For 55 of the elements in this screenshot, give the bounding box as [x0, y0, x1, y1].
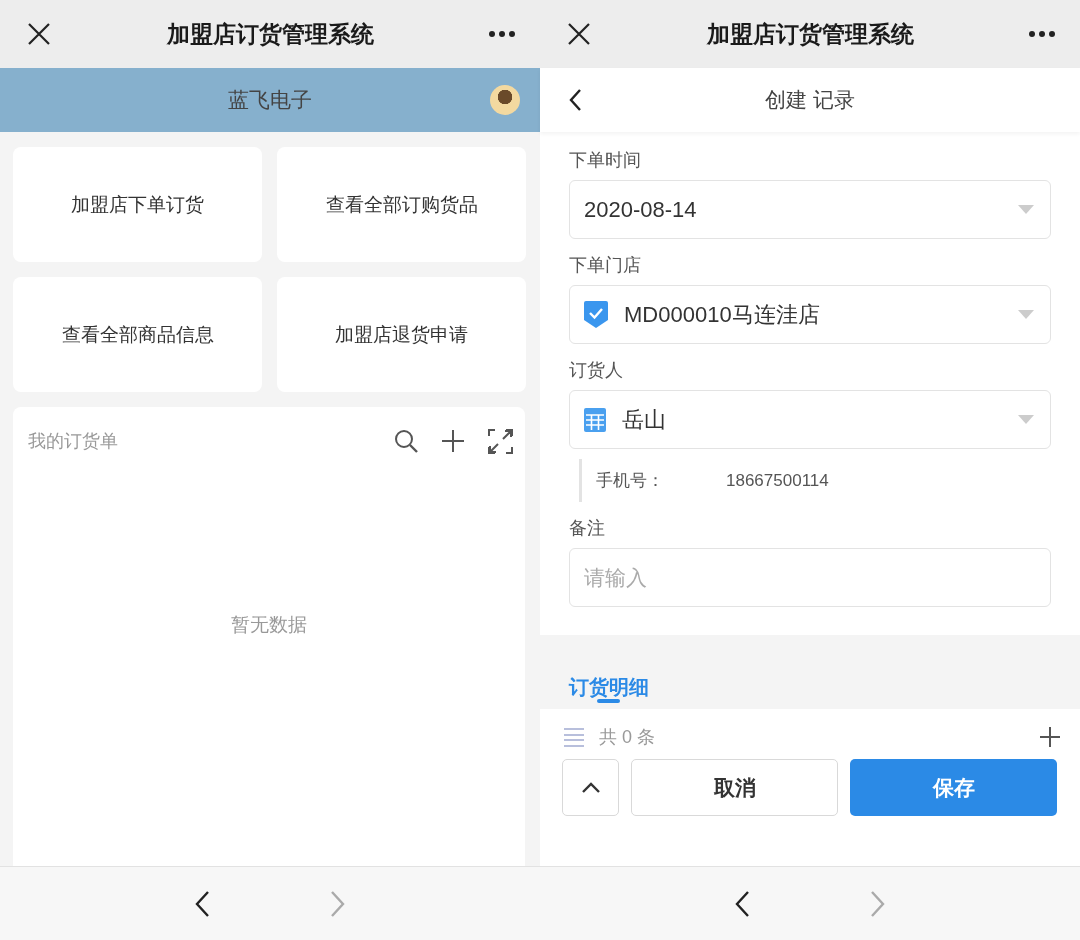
dropdown-caret-icon: [1018, 415, 1034, 424]
cancel-button[interactable]: 取消: [631, 759, 838, 816]
back-button[interactable]: [734, 889, 750, 918]
list-icon: [563, 727, 585, 747]
window-title: 加盟店订货管理系统: [706, 19, 914, 49]
search-button[interactable]: [394, 429, 418, 453]
close-icon: [566, 21, 592, 47]
chevron-left-icon: [734, 889, 750, 918]
menu-tile[interactable]: 查看全部订购货品: [277, 147, 526, 262]
more-icon: [1028, 30, 1056, 38]
dropdown-caret-icon: [1018, 310, 1034, 319]
avatar[interactable]: [490, 85, 520, 115]
phone-value: 18667500114: [726, 470, 829, 491]
search-icon: [394, 429, 418, 453]
empty-text: 暂无数据: [231, 612, 307, 637]
back-button[interactable]: [194, 889, 210, 918]
record-count: 共 0 条: [599, 726, 656, 749]
header-title: 蓝飞电子: [228, 87, 312, 113]
save-button[interactable]: 保存: [850, 759, 1057, 816]
field-label: 下单门店: [569, 254, 642, 277]
menu-tile[interactable]: 加盟店退货申请: [277, 277, 526, 392]
add-button[interactable]: [442, 430, 464, 452]
window-title: 加盟店订货管理系统: [166, 19, 374, 49]
plus-icon: [1040, 727, 1060, 747]
field-label: 备注: [569, 517, 606, 540]
back-button[interactable]: [568, 88, 582, 112]
select-field[interactable]: MD000010马连洼店: [569, 285, 1051, 344]
dropdown-caret-icon: [1018, 205, 1034, 214]
close-button[interactable]: [566, 21, 592, 47]
more-icon: [488, 30, 516, 38]
close-icon: [26, 21, 52, 47]
header-title: 创建 记录: [765, 87, 855, 113]
remark-input-field[interactable]: 请输入: [569, 548, 1051, 607]
menu-tile[interactable]: 查看全部商品信息: [13, 277, 262, 392]
close-button[interactable]: [26, 21, 52, 47]
select-field[interactable]: 岳山: [569, 390, 1051, 449]
chevron-up-icon: [580, 781, 601, 794]
chevron-left-icon: [194, 889, 210, 918]
add-row-button[interactable]: [1040, 727, 1060, 747]
chevron-right-icon: [870, 889, 886, 918]
date-select-field[interactable]: 2020-08-14: [569, 180, 1051, 239]
more-button[interactable]: [1028, 30, 1056, 38]
plus-icon: [442, 430, 464, 452]
field-label: 订货人: [569, 359, 624, 382]
field-label: 下单时间: [569, 149, 642, 172]
card-title: 我的订货单: [28, 430, 118, 453]
fullscreen-button[interactable]: [488, 428, 513, 454]
chevron-right-icon: [330, 889, 346, 918]
more-button[interactable]: [488, 30, 516, 38]
chevron-left-icon: [568, 88, 582, 112]
phone-label: 手机号：: [596, 470, 665, 492]
menu-tile[interactable]: 加盟店下单订货: [13, 147, 262, 262]
check-shield-icon: [584, 301, 608, 328]
expand-icon: [488, 428, 513, 454]
table-grid-icon: [584, 407, 606, 432]
